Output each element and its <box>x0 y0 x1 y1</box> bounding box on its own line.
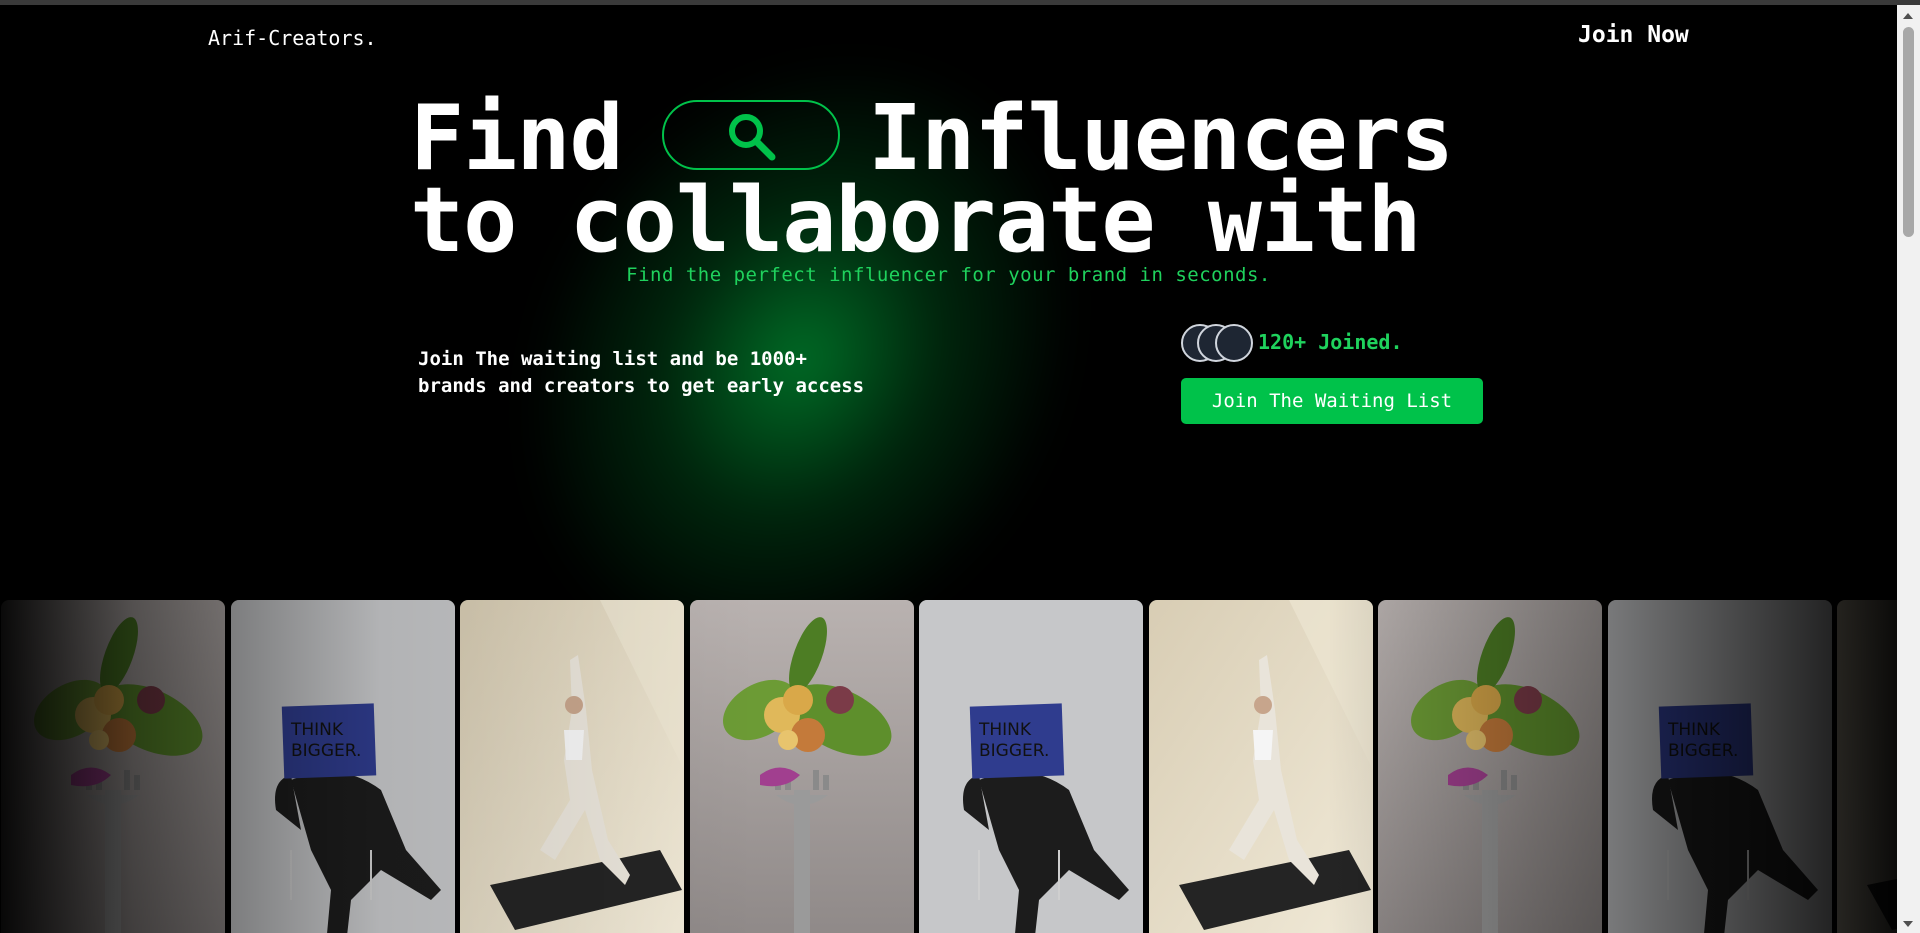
search-pill <box>662 100 840 170</box>
gallery-image-think: THINKBIGGER. <box>919 600 1143 933</box>
join-now-button[interactable]: Join Now <box>1578 22 1689 48</box>
svg-text:THINK: THINK <box>978 720 1032 740</box>
gallery-card: THINK BIGGER. <box>1607 600 1832 933</box>
scrollbar-thumb[interactable] <box>1903 27 1914 237</box>
gallery-image-yoga <box>1148 600 1373 933</box>
svg-text:BIGGER.: BIGGER. <box>1668 741 1738 761</box>
scroll-down-arrow-icon[interactable] <box>1903 921 1913 927</box>
gallery-image-salad <box>1 600 225 933</box>
gallery-card <box>460 600 684 933</box>
waitlist-description: Join The waiting list and be 1000+ brand… <box>418 346 938 400</box>
vertical-scrollbar[interactable] <box>1897 5 1920 933</box>
gallery-card: THINK BIGGER. <box>230 600 455 933</box>
join-waiting-list-button[interactable]: Join The Waiting List <box>1181 378 1483 424</box>
gallery-image-yoga <box>1837 600 1897 933</box>
gallery-image-think: THINKBIGGER. <box>1607 600 1832 933</box>
gallery-image-think: THINKBIGGER. <box>230 600 455 933</box>
brand-logo[interactable]: Arif-Creators. <box>208 26 377 50</box>
search-icon <box>729 114 776 161</box>
gallery-card <box>1 600 225 933</box>
gallery-image-yoga <box>460 600 684 933</box>
joined-count: 120+ Joined. <box>1258 330 1403 354</box>
svg-text:BIGGER.: BIGGER. <box>291 741 361 761</box>
landing-page: Arif-Creators. Join Now Find Influencers… <box>0 0 1897 933</box>
gallery-card <box>1378 600 1602 933</box>
gallery-card <box>1837 600 1897 933</box>
gallery-image-salad <box>1378 600 1602 933</box>
hero-title-line-2: to collaborate with <box>410 168 1422 273</box>
creator-gallery: THINK BIGGER. THINK BIGGER. THINK BIGGER. <box>0 600 1897 933</box>
joined-avatars <box>1181 324 1255 362</box>
hero-subtitle: Find the perfect influencer for your bra… <box>626 264 1271 286</box>
svg-text:THINK: THINK <box>290 720 344 740</box>
avatar <box>1215 324 1253 362</box>
gallery-card <box>1148 600 1373 933</box>
waitlist-line-1: Join The waiting list and be 1000+ <box>418 348 807 370</box>
svg-text:THINK: THINK <box>1667 720 1721 740</box>
gallery-image-salad <box>689 600 914 933</box>
waitlist-line-2: brands and creators to get early access <box>418 375 865 397</box>
scroll-up-arrow-icon[interactable] <box>1903 13 1913 19</box>
svg-text:BIGGER.: BIGGER. <box>979 741 1049 761</box>
gallery-card: THINK BIGGER. <box>919 600 1143 933</box>
gallery-card <box>689 600 914 933</box>
